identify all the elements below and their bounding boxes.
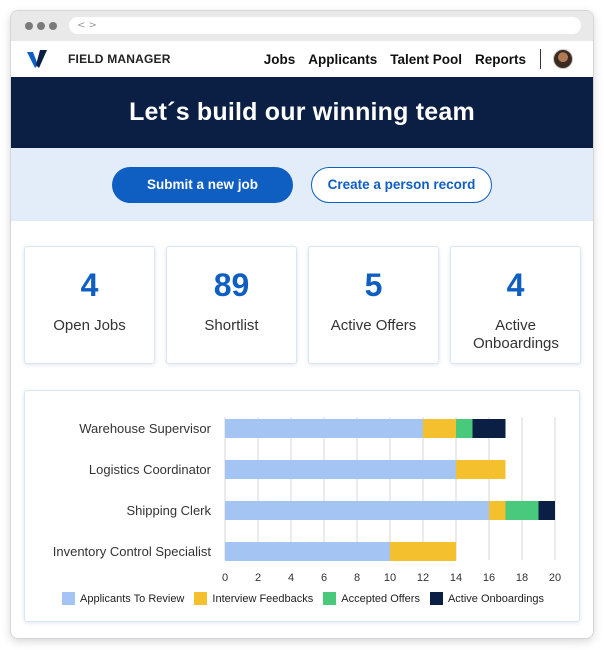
stat-value: 4 [506, 267, 525, 303]
bar-inventory-control-specialist-applicants-to-review[interactable] [225, 542, 390, 561]
legend-item-active-onboardings[interactable]: Active Onboardings [429, 592, 544, 605]
stat-card-open-jobs[interactable]: 4 Open Jobs [24, 246, 155, 364]
category-label: Warehouse Supervisor [79, 421, 211, 436]
nav-link-jobs[interactable]: Jobs [264, 52, 296, 67]
legend-swatch [62, 592, 76, 605]
x-tick-label: 16 [483, 572, 495, 584]
browser-titlebar: < > [11, 11, 593, 41]
create-person-record-button[interactable]: Create a person record [311, 166, 492, 203]
stat-card-active-onboardings[interactable]: 4 Active Onboardings [450, 246, 581, 364]
stat-card-active-offers[interactable]: 5 Active Offers [308, 246, 439, 364]
browser-window: < > FIELD MANAGER Jobs Applicants Talent… [11, 11, 593, 638]
bar-logistics-coordinator-applicants-to-review[interactable] [225, 460, 456, 479]
stat-label: Active Onboardings [473, 317, 559, 352]
hero-title: Let´s build our winning team [129, 98, 475, 126]
x-tick-label: 4 [288, 572, 294, 584]
window-maximize-dot[interactable] [49, 22, 57, 30]
top-nav: FIELD MANAGER Jobs Applicants Talent Poo… [11, 41, 593, 77]
nav-divider [540, 49, 541, 69]
nav-link-talent-pool[interactable]: Talent Pool [390, 52, 462, 67]
x-tick-label: 2 [255, 572, 261, 584]
stat-value: 5 [364, 267, 383, 303]
bar-warehouse-supervisor-interview-feedbacks[interactable] [423, 419, 456, 438]
x-tick-label: 10 [384, 572, 396, 584]
x-tick-label: 0 [222, 572, 228, 584]
legend-swatch [194, 592, 208, 605]
category-label: Inventory Control Specialist [53, 544, 212, 559]
stat-label: Shortlist [204, 317, 259, 334]
stat-label: Active Offers [330, 317, 417, 334]
bar-warehouse-supervisor-applicants-to-review[interactable] [225, 419, 423, 438]
x-tick-label: 8 [354, 572, 360, 584]
action-bar: Submit a new job Create a person record [11, 148, 593, 221]
nav-link-applicants[interactable]: Applicants [308, 52, 377, 67]
legend-swatch [323, 592, 337, 605]
x-tick-label: 18 [516, 572, 528, 584]
category-label: Logistics Coordinator [89, 462, 212, 477]
user-avatar[interactable] [553, 49, 573, 69]
address-bar[interactable]: < > [69, 17, 581, 34]
bar-warehouse-supervisor-accepted-offers[interactable] [456, 419, 473, 438]
window-minimize-dot[interactable] [37, 22, 45, 30]
stat-value: 89 [213, 267, 250, 303]
legend-item-accepted-offers[interactable]: Accepted Offers [323, 592, 420, 605]
legend-label: Interview Feedbacks [212, 592, 314, 605]
window-close-dot[interactable] [25, 22, 33, 30]
legend-swatch [429, 592, 443, 605]
x-tick-label: 12 [417, 572, 429, 584]
pipeline-bar-chart: Warehouse Supervisor Logistics Coordinato… [53, 417, 561, 584]
bar-shipping-clerk-interview-feedbacks[interactable] [489, 501, 506, 520]
hero-banner: Let´s build our winning team [11, 77, 593, 148]
field-manager-logo-icon[interactable] [27, 49, 49, 69]
category-label: Shipping Clerk [126, 503, 211, 518]
stats-row: 4 Open Jobs 89 Shortlist 5 Active Offers… [24, 246, 581, 364]
nav-link-reports[interactable]: Reports [475, 52, 526, 67]
brand-name: FIELD MANAGER [68, 52, 171, 66]
stat-value: 4 [80, 267, 99, 303]
bar-inventory-control-specialist-interview-feedbacks[interactable] [390, 542, 456, 561]
chart-legend: Applicants To Review Interview Feedbacks A… [25, 592, 581, 605]
submit-job-button[interactable]: Submit a new job [112, 166, 293, 203]
x-tick-label: 20 [549, 572, 561, 584]
pipeline-chart-card: Warehouse Supervisor Logistics Coordinato… [24, 390, 580, 622]
legend-label: Active Onboardings [447, 592, 544, 605]
stat-label: Open Jobs [53, 317, 126, 334]
x-tick-label: 6 [321, 572, 327, 584]
nav-links: Jobs Applicants Talent Pool Reports [251, 41, 573, 77]
bar-shipping-clerk-applicants-to-review[interactable] [225, 501, 489, 520]
legend-label: Applicants To Review [80, 592, 185, 605]
legend-item-applicants-to-review[interactable]: Applicants To Review [62, 592, 184, 605]
legend-label: Accepted Offers [341, 592, 420, 605]
bar-shipping-clerk-accepted-offers[interactable] [505, 501, 539, 520]
legend-item-interview-feedbacks[interactable]: Interview Feedbacks [194, 592, 313, 605]
bar-warehouse-supervisor-active-onboardings[interactable] [472, 419, 506, 438]
stat-card-shortlist[interactable]: 89 Shortlist [166, 246, 297, 364]
x-tick-label: 14 [450, 572, 462, 584]
bar-logistics-coordinator-interview-feedbacks[interactable] [456, 460, 506, 479]
bar-shipping-clerk-active-onboardings[interactable] [538, 501, 556, 520]
